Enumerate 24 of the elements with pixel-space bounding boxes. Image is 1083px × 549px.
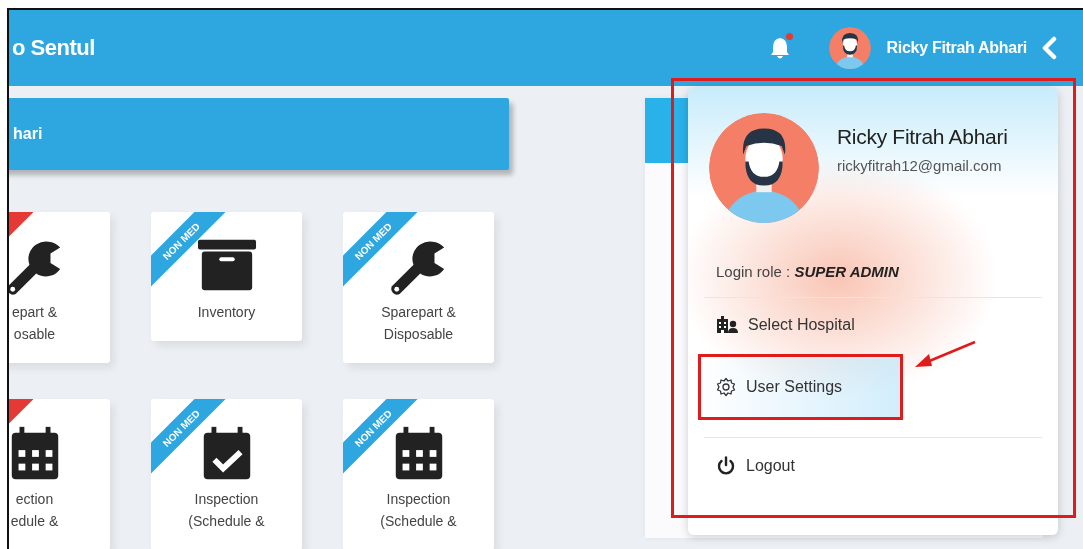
menu-item[interactable]: Select Hospital <box>698 298 873 352</box>
notification-bell-icon[interactable] <box>768 36 791 60</box>
card-label: Inspection (Schedule & <box>380 490 457 531</box>
login-role: Login role : SUPER ADMIN <box>716 263 900 280</box>
menu-item[interactable]: Logout <box>698 438 813 494</box>
profile-name: Ricky Fitrah Abhari <box>837 125 1008 149</box>
profile-email: rickyfitrah12@gmail.com <box>837 157 1003 174</box>
card-label: Inspection (Schedule & <box>188 490 265 531</box>
chevron-left-icon[interactable] <box>1041 36 1057 60</box>
welcome-text: hari <box>13 125 43 143</box>
card-label: Sparepart & Disposable <box>381 303 456 344</box>
menu-card[interactable]: ection edule & <box>9 399 110 549</box>
card-label: Inventory <box>197 303 256 322</box>
settings-icon <box>716 377 736 397</box>
menu-item[interactable]: User Settings <box>701 357 901 417</box>
menu-card[interactable]: epart & osable <box>9 212 110 363</box>
hospital-user-icon <box>716 316 738 334</box>
app-title: o Sentul <box>12 35 95 61</box>
card-label: epart & osable <box>11 303 58 344</box>
card-label: ection edule & <box>10 490 59 531</box>
panel-header <box>645 98 688 163</box>
power-icon <box>716 456 736 476</box>
annotation-arrow <box>913 340 977 370</box>
user-avatar <box>828 27 871 69</box>
